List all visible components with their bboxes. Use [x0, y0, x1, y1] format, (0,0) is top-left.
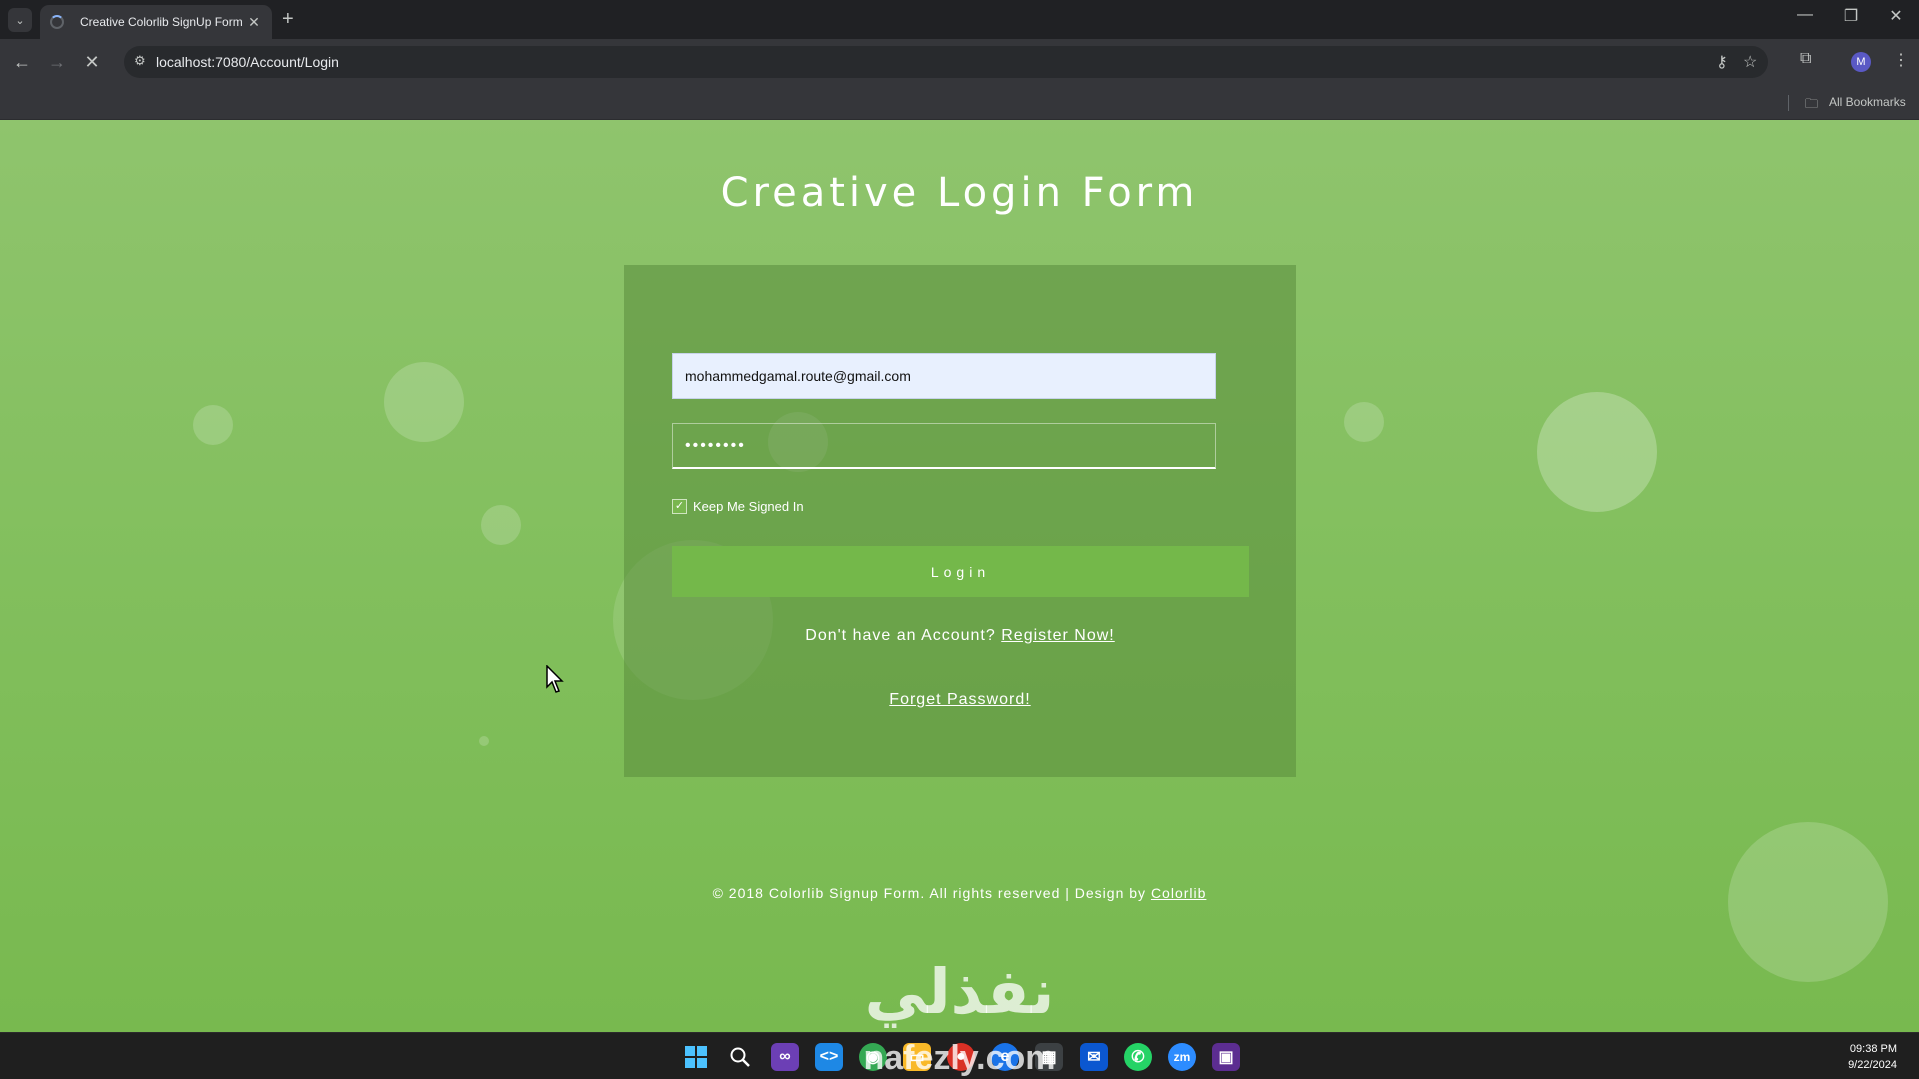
- more-menu-icon[interactable]: ⋮: [1893, 50, 1909, 70]
- zoom-icon[interactable]: zm: [1168, 1043, 1196, 1071]
- chevron-down-icon: ⌄: [15, 14, 25, 27]
- password-field[interactable]: [672, 423, 1216, 469]
- login-form-card: ✓ Keep Me Signed In Login Don't have an …: [624, 265, 1296, 777]
- page-footer: © 2018 Colorlib Signup Form. All rights …: [0, 885, 1919, 901]
- mouse-cursor-icon: [546, 665, 564, 693]
- close-tab-icon[interactable]: ✕: [246, 14, 262, 31]
- clock-date: 9/22/2024: [1848, 1059, 1897, 1071]
- password-key-icon[interactable]: ⚷: [1716, 52, 1728, 72]
- page-title: Creative Login Form: [720, 170, 1199, 216]
- close-window-icon[interactable]: ✕: [1881, 6, 1911, 26]
- login-button[interactable]: Login: [672, 546, 1249, 597]
- edge-icon[interactable]: e: [991, 1043, 1019, 1071]
- chrome-icon[interactable]: ◉: [859, 1043, 887, 1071]
- decorative-bubble: [384, 362, 464, 442]
- forgot-password-link[interactable]: Forget Password!: [889, 691, 1030, 708]
- page-viewport: Creative Login Form ✓ Keep Me Signed In …: [0, 120, 1919, 1032]
- vscode-icon[interactable]: <>: [815, 1043, 843, 1071]
- media-player-icon[interactable]: ●: [947, 1043, 975, 1071]
- remember-me-row: ✓ Keep Me Signed In: [672, 499, 804, 514]
- forgot-password-row: Forget Password!: [624, 691, 1296, 709]
- tab-list-button[interactable]: ⌄: [8, 8, 32, 32]
- remember-me-label[interactable]: Keep Me Signed In: [693, 499, 804, 514]
- decorative-bubble: [1344, 402, 1384, 442]
- stop-loading-icon[interactable]: ✕: [80, 50, 104, 74]
- forward-arrow-icon[interactable]: →: [45, 50, 69, 74]
- calendar-icon[interactable]: ▦: [1035, 1043, 1063, 1071]
- clock-time: 09:38 PM: [1849, 1043, 1897, 1055]
- all-bookmarks-link[interactable]: All Bookmarks: [1829, 95, 1906, 109]
- browser-tabstrip: ⌄ Creative Colorlib SignUp Form ✕ + — ❐ …: [0, 0, 1919, 39]
- register-now-link[interactable]: Register Now!: [1001, 627, 1114, 644]
- loading-spinner-icon: [50, 15, 64, 29]
- bookmarks-separator: [1788, 95, 1789, 111]
- system-clock[interactable]: 09:38 PM 9/22/2024: [1848, 1041, 1897, 1073]
- file-explorer-icon[interactable]: ▭: [903, 1043, 931, 1071]
- bookmarks-bar: 🗀 All Bookmarks: [0, 86, 1919, 120]
- extensions-icon[interactable]: ⧉: [1800, 50, 1811, 68]
- back-arrow-icon[interactable]: ←: [10, 50, 34, 74]
- tab-title: Creative Colorlib SignUp Form: [80, 15, 243, 29]
- browser-toolbar: ← → ✕ ⚙ localhost:7080/Account/Login ⚷ ☆…: [0, 39, 1919, 86]
- mail-icon[interactable]: ✉: [1080, 1043, 1108, 1071]
- remember-me-checkbox[interactable]: ✓: [672, 499, 687, 514]
- minimize-icon[interactable]: —: [1790, 6, 1820, 24]
- watermark-arabic: نفذلي: [864, 955, 1055, 1028]
- bookmark-star-icon[interactable]: ☆: [1743, 52, 1757, 72]
- tab-active[interactable]: Creative Colorlib SignUp Form ✕: [40, 5, 272, 39]
- no-account-text: Don't have an Account?: [805, 627, 996, 644]
- os-taskbar: ∞ <> ◉ ▭ ● e ▦ ✉ ✆ zm ▣ nafezly.com 09:3…: [0, 1032, 1919, 1079]
- windows-start-icon[interactable]: [682, 1043, 710, 1071]
- decorative-bubble: [481, 505, 521, 545]
- site-info-icon[interactable]: ⚙: [134, 53, 146, 69]
- profile-avatar[interactable]: M: [1851, 52, 1871, 72]
- terminal-icon[interactable]: ▣: [1212, 1043, 1240, 1071]
- whatsapp-icon[interactable]: ✆: [1124, 1043, 1152, 1071]
- decorative-bubble: [1537, 392, 1657, 512]
- restore-icon[interactable]: ❐: [1836, 6, 1866, 26]
- new-tab-button[interactable]: +: [282, 8, 294, 30]
- decorative-bubble: [479, 736, 489, 746]
- address-bar[interactable]: ⚙ localhost:7080/Account/Login ⚷ ☆: [124, 46, 1768, 78]
- folder-icon: 🗀: [1805, 96, 1819, 111]
- visual-studio-icon[interactable]: ∞: [771, 1043, 799, 1071]
- decorative-bubble: [193, 405, 233, 445]
- register-prompt: Don't have an Account? Register Now!: [624, 627, 1296, 645]
- email-field[interactable]: [672, 353, 1216, 399]
- colorlib-link[interactable]: Colorlib: [1151, 885, 1206, 901]
- url-text[interactable]: localhost:7080/Account/Login: [156, 54, 339, 70]
- copyright-text: © 2018 Colorlib Signup Form. All rights …: [712, 885, 1147, 901]
- search-icon[interactable]: [726, 1043, 754, 1071]
